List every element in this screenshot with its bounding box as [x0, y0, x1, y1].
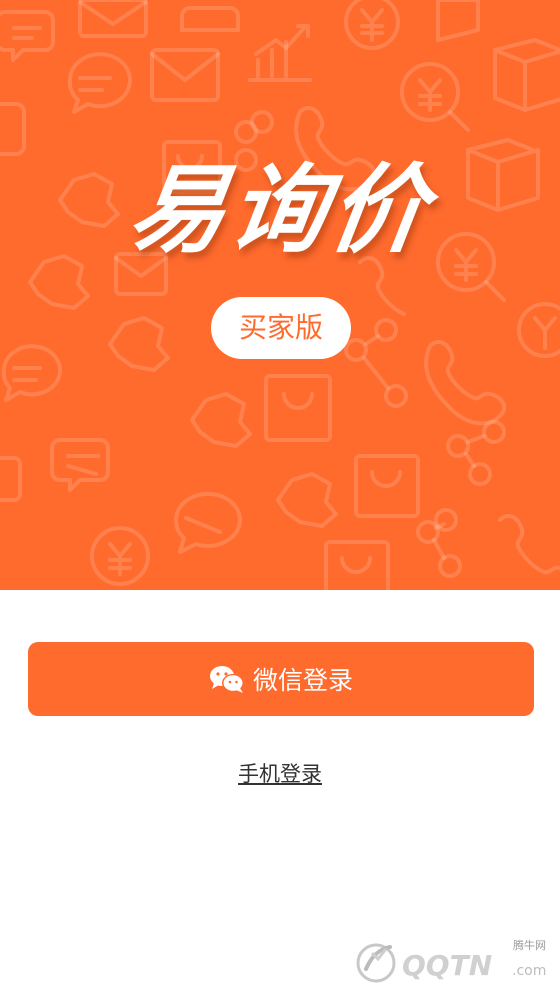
share-icon [344, 318, 408, 408]
yen-search-icon [400, 62, 470, 132]
watermark: QQTN .com 腾牛网 [352, 935, 556, 987]
wechat-login-label: 微信登录 [252, 666, 353, 695]
shopping-bag-icon [354, 454, 420, 518]
chat-bubble-icon [173, 491, 242, 554]
handshake-icon [108, 316, 170, 372]
mail-icon [78, 0, 148, 38]
phone-login-link[interactable]: 手机登录 [238, 762, 322, 786]
chat-bubble-icon [1, 344, 62, 402]
watermark-site-name: 腾牛网 [513, 939, 546, 952]
share-icon [446, 420, 506, 486]
phone-login-row: 手机登录 [0, 758, 560, 788]
handshake-icon [190, 392, 252, 448]
wechat-login-button[interactable]: 微信登录 [28, 642, 534, 716]
chat-bubble-icon [0, 102, 26, 156]
chat-bubble-icon [180, 6, 240, 32]
mail-icon [150, 48, 220, 102]
hero-banner: 易询价 买家版 [0, 0, 560, 590]
chat-bubble-icon [50, 438, 110, 492]
package-icon [436, 0, 480, 42]
wechat-icon [209, 666, 244, 693]
shopping-bag-icon [264, 374, 332, 442]
chat-bubble-icon [67, 52, 132, 114]
watermark-text: QQTN [402, 949, 492, 982]
chat-bubble-icon [0, 10, 55, 62]
background-pattern [0, 0, 560, 590]
yen-search-icon [344, 0, 400, 50]
phone-icon [498, 513, 560, 575]
yen-search-icon [90, 526, 150, 586]
share-icon [416, 508, 462, 578]
package-icon [493, 38, 560, 112]
phone-icon [424, 339, 507, 426]
edition-badge: 买家版 [211, 297, 351, 359]
handshake-icon [276, 472, 338, 528]
chat-bubble-icon [0, 456, 22, 502]
app-title: 易询价 [122, 154, 438, 266]
watermark-suffix: .com [512, 963, 546, 979]
shopping-bag-icon [324, 540, 390, 590]
yen-search-icon [517, 302, 560, 358]
chart-icon [248, 24, 312, 82]
